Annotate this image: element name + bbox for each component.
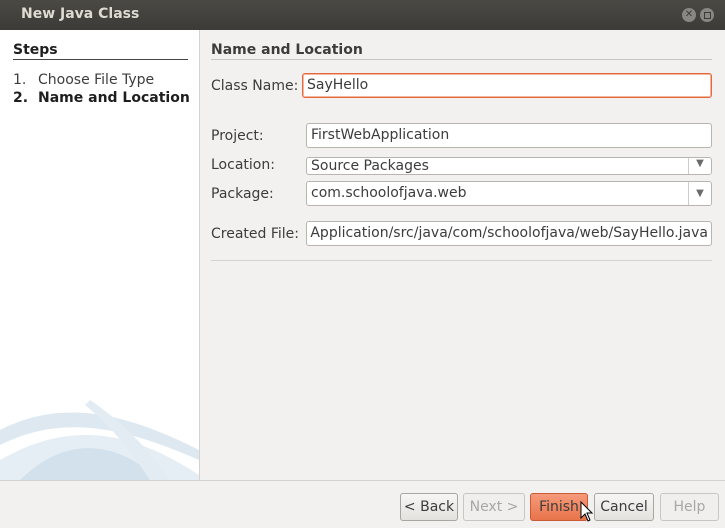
created-file-value: Application/src/java/com/schoolofjava/we… [310,225,708,241]
project-field[interactable]: FirstWebApplication [306,123,712,148]
cancel-button[interactable]: Cancel [594,493,654,521]
step-number: 2. [13,90,29,106]
window-title: New Java Class [21,6,140,22]
close-icon[interactable]: ✕ [682,8,696,22]
created-file-label: Created File: [211,226,299,242]
package-combo[interactable]: com.schoolofjava.web ▼ [306,181,712,206]
panel-divider [211,59,712,60]
mouse-pointer-icon [580,501,594,522]
location-select[interactable]: Source Packages ▼ [306,157,712,175]
chevron-down-icon[interactable]: ▼ [688,158,711,174]
step-label: Name and Location [38,90,190,106]
back-button[interactable]: < Back [400,493,458,521]
created-file-field[interactable]: Application/src/java/com/schoolofjava/we… [306,221,712,246]
step-item-active: 2. Name and Location [13,90,190,106]
panel-title: Name and Location [211,42,363,58]
project-label: Project: [211,128,264,144]
location-value: Source Packages [311,158,429,174]
package-value: com.schoolofjava.web [311,185,467,201]
steps-title: Steps [13,42,58,58]
panel-bottom-divider [211,260,712,261]
steps-divider [13,59,188,60]
chevron-down-icon[interactable]: ▼ [688,182,711,205]
package-label: Package: [211,186,274,202]
restore-icon[interactable] [700,8,714,22]
title-bar: New Java Class ✕ [0,0,725,30]
steps-panel: Steps 1. Choose File Type 2. Name and Loca… [0,30,200,480]
help-button[interactable]: Help [660,493,719,521]
class-name-label: Class Name: [211,78,299,94]
step-item: 1. Choose File Type [13,72,154,88]
decorative-swoosh-graphic [0,400,199,480]
step-number: 1. [13,72,27,88]
next-button[interactable]: Next > [463,493,525,521]
location-label: Location: [211,157,275,173]
class-name-field[interactable]: SayHello [302,73,712,98]
step-label: Choose File Type [38,72,155,88]
